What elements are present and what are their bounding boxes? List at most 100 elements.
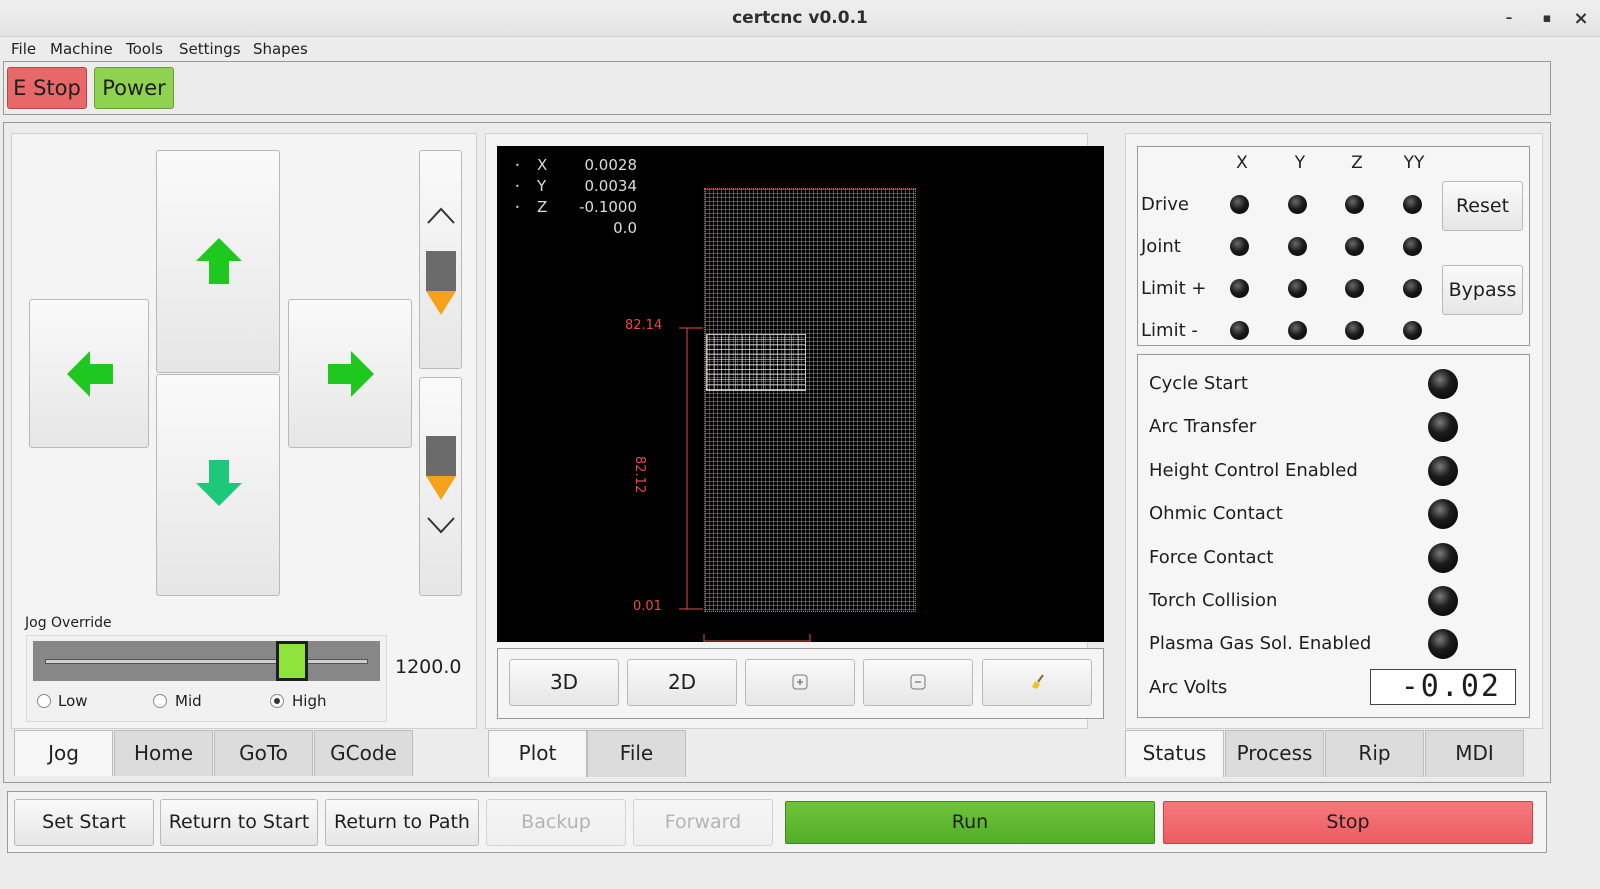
led-drive-z <box>1345 195 1364 214</box>
row-drive-label: Drive <box>1141 194 1189 215</box>
window-title: certcnc v0.0.1 <box>732 8 868 28</box>
col-yy-header: YY <box>1403 153 1425 173</box>
radio-low-label: Low <box>58 692 88 710</box>
minimize-button[interactable]: – <box>1498 8 1520 30</box>
close-button[interactable]: × <box>1570 8 1592 30</box>
led-limitm-yy <box>1403 321 1422 340</box>
row-limit-plus-label: Limit + <box>1141 278 1207 299</box>
tab-status[interactable]: Status <box>1125 730 1224 777</box>
tab-plot[interactable]: Plot <box>488 730 587 777</box>
status-force-contact-label: Force Contact <box>1149 547 1274 568</box>
power-button[interactable]: Power <box>94 67 174 109</box>
status-torch-collision-label: Torch Collision <box>1149 590 1278 611</box>
led-force-contact <box>1428 543 1458 573</box>
maximize-button[interactable]: ▪ <box>1536 8 1558 30</box>
plot-canvas[interactable]: • X 0.0028 • Y 0.0034 • Z -0.1000 0.0 82… <box>497 146 1104 642</box>
chevron-down-icon <box>427 517 455 534</box>
arrow-up-icon <box>196 238 242 284</box>
set-start-button[interactable]: Set Start <box>14 799 154 846</box>
tab-jog[interactable]: Jog <box>14 730 113 776</box>
status-arc-transfer-label: Arc Transfer <box>1149 416 1257 437</box>
zoom-out-button[interactable] <box>863 659 973 706</box>
led-torch-collision <box>1428 586 1458 616</box>
led-ohmic-contact <box>1428 499 1458 529</box>
dimension-line <box>679 327 703 610</box>
jog-override-label: Jog Override <box>25 615 112 631</box>
arrow-left-icon <box>67 351 113 397</box>
status-list <box>1137 354 1530 718</box>
dim-bottom-label: 0.01 <box>633 599 662 614</box>
tab-home[interactable]: Home <box>114 730 213 776</box>
backup-button[interactable]: Backup <box>486 799 626 846</box>
arc-volts-label: Arc Volts <box>1149 677 1228 698</box>
tab-rip[interactable]: Rip <box>1325 730 1424 777</box>
status-plasma-gas-label: Plasma Gas Sol. Enabled <box>1149 633 1372 654</box>
arc-volts-display: -0.02 <box>1370 669 1516 705</box>
jog-up-button[interactable] <box>156 150 280 373</box>
zoom-out-icon <box>910 674 926 690</box>
led-limitm-y <box>1288 321 1307 340</box>
toolbar-frame <box>3 61 1551 115</box>
slider-thumb[interactable] <box>276 641 308 681</box>
coord-x-value: 0.0028 <box>584 156 638 174</box>
return-to-path-button[interactable]: Return to Path <box>325 799 479 846</box>
coord-y-value: 0.0034 <box>584 177 638 195</box>
tab-gcode[interactable]: GCode <box>314 730 413 776</box>
return-to-start-button[interactable]: Return to Start <box>160 799 318 846</box>
led-limitm-z <box>1345 321 1364 340</box>
led-limitp-yy <box>1403 279 1422 298</box>
jog-override-value: 1200.0 <box>395 656 462 678</box>
tab-file[interactable]: File <box>587 730 686 777</box>
jog-right-button[interactable] <box>288 299 412 448</box>
menu-settings[interactable]: Settings <box>179 39 241 59</box>
led-plasma-gas <box>1428 629 1458 659</box>
menu-file[interactable]: File <box>11 39 36 59</box>
jog-z-down-button[interactable] <box>419 377 462 596</box>
clear-plot-button[interactable] <box>982 659 1092 706</box>
jog-override-slider[interactable] <box>33 641 380 681</box>
status-ohmic-contact-label: Ohmic Contact <box>1149 503 1283 524</box>
zoom-in-icon <box>792 674 808 690</box>
led-arc-transfer <box>1428 412 1458 442</box>
chevron-up-icon <box>427 207 455 224</box>
stop-button[interactable]: Stop <box>1163 801 1533 844</box>
row-joint-label: Joint <box>1141 236 1181 257</box>
dot-icon: • <box>515 203 520 212</box>
led-joint-x <box>1230 237 1249 256</box>
view-3d-button[interactable]: 3D <box>509 659 619 706</box>
tab-process[interactable]: Process <box>1225 730 1324 777</box>
jog-left-button[interactable] <box>29 299 149 448</box>
radio-mid[interactable] <box>153 694 167 708</box>
status-height-control-label: Height Control Enabled <box>1149 460 1358 481</box>
reset-button[interactable]: Reset <box>1442 181 1523 231</box>
led-joint-z <box>1345 237 1364 256</box>
menu-tools[interactable]: Tools <box>126 39 163 59</box>
led-cycle-start <box>1428 369 1458 399</box>
led-limitp-z <box>1345 279 1364 298</box>
tab-mdi[interactable]: MDI <box>1425 730 1524 777</box>
bypass-button[interactable]: Bypass <box>1442 265 1523 315</box>
led-height-control <box>1428 456 1458 486</box>
zoom-in-button[interactable] <box>745 659 855 706</box>
led-limitm-x <box>1230 321 1249 340</box>
arrow-right-icon <box>328 351 374 397</box>
radio-high[interactable] <box>270 694 284 708</box>
led-joint-yy <box>1403 237 1422 256</box>
coord-z-value: -0.1000 <box>579 198 637 216</box>
radio-low[interactable] <box>37 694 51 708</box>
view-2d-button[interactable]: 2D <box>627 659 737 706</box>
dot-icon: • <box>515 182 520 191</box>
col-x-header: X <box>1236 153 1248 173</box>
estop-button[interactable]: E Stop <box>7 67 87 109</box>
run-button[interactable]: Run <box>785 801 1155 844</box>
menu-shapes[interactable]: Shapes <box>253 39 308 59</box>
radio-high-label: High <box>292 692 327 710</box>
torch-icon <box>426 436 456 500</box>
jog-z-up-button[interactable] <box>419 150 462 369</box>
led-joint-y <box>1288 237 1307 256</box>
menu-machine[interactable]: Machine <box>50 39 113 59</box>
tab-goto[interactable]: GoTo <box>214 730 313 776</box>
forward-button[interactable]: Forward <box>633 799 773 846</box>
jog-down-button[interactable] <box>156 374 280 596</box>
led-drive-y <box>1288 195 1307 214</box>
